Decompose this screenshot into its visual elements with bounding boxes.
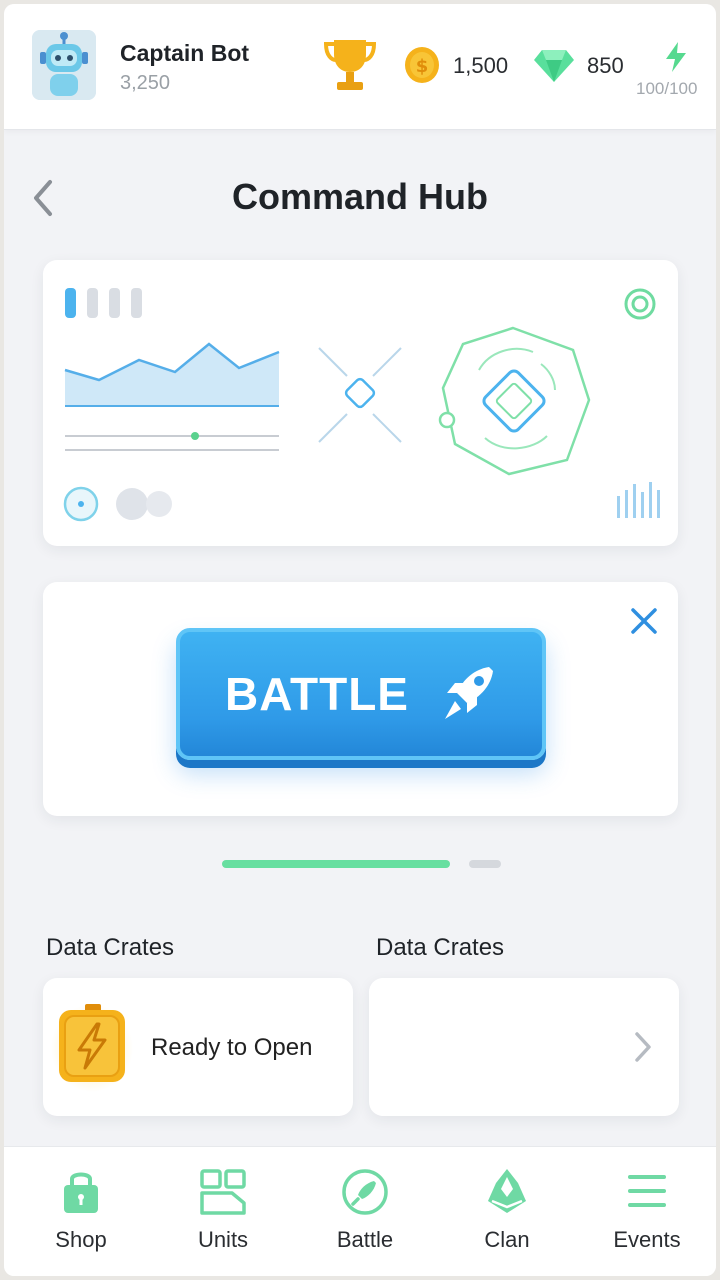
battle-button[interactable]: BATTLE xyxy=(176,628,546,760)
rocket-icon xyxy=(342,1169,388,1215)
gem-icon xyxy=(534,50,574,82)
nav-item-shop[interactable]: Shop xyxy=(10,1147,152,1276)
nav-item-events[interactable]: Events xyxy=(576,1147,716,1276)
crate-icon xyxy=(51,1004,133,1092)
app-screen: Captain Bot 3,250 $ 1,500 850 100/100 Co… xyxy=(4,4,716,1276)
crate-card[interactable]: Ready to Open xyxy=(43,978,353,1116)
chevron-right-icon[interactable] xyxy=(631,1030,653,1064)
page-title: Command Hub xyxy=(232,176,488,217)
crate-card-empty[interactable] xyxy=(369,978,679,1116)
battle-panel: BATTLE xyxy=(43,582,678,816)
coin-count: 1,500 xyxy=(453,53,509,78)
pager-indicator[interactable] xyxy=(469,860,501,868)
bottom-nav: Shop Units Battle Clan Events xyxy=(4,1146,716,1276)
rocket-icon xyxy=(445,667,493,719)
energy-count: 100/100 xyxy=(636,79,698,98)
pager-indicator-active[interactable] xyxy=(222,860,450,868)
radar-graphic xyxy=(63,288,660,522)
gem-count: 850 xyxy=(587,53,624,78)
player-score: 3,250 xyxy=(120,72,171,94)
nav-label-clan: Clan xyxy=(484,1227,530,1252)
nav-label-units: Units xyxy=(197,1227,249,1252)
player-name: Captain Bot xyxy=(120,40,250,66)
top-bar: Captain Bot 3,250 $ 1,500 850 100/100 xyxy=(4,4,716,130)
trophy-icon[interactable] xyxy=(322,34,378,96)
list-icon xyxy=(628,1175,666,1207)
lightning-icon xyxy=(666,42,686,72)
crates-section-label: Data Crates xyxy=(46,934,175,961)
nav-item-battle[interactable]: Battle xyxy=(294,1147,436,1276)
nav-label-shop: Shop xyxy=(55,1227,107,1252)
robot-avatar-icon[interactable] xyxy=(32,30,96,100)
clan-ship-icon xyxy=(488,1169,526,1213)
lock-bag-icon xyxy=(64,1172,98,1213)
grid-icon xyxy=(200,1169,246,1215)
svg-text:$: $ xyxy=(416,56,429,77)
crate-status: Ready to Open xyxy=(151,1034,313,1061)
nav-item-clan[interactable]: Clan xyxy=(436,1147,578,1276)
battle-button-label: BATTLE xyxy=(224,668,409,720)
crates-section-label-2: Data Crates xyxy=(376,934,505,961)
nav-label-battle: Battle xyxy=(336,1227,394,1252)
nav-label-events: Events xyxy=(613,1227,681,1252)
radar-panel xyxy=(43,260,678,546)
coin-icon: $ xyxy=(405,47,439,83)
close-icon[interactable] xyxy=(627,604,661,638)
nav-item-units[interactable]: Units xyxy=(152,1147,294,1276)
